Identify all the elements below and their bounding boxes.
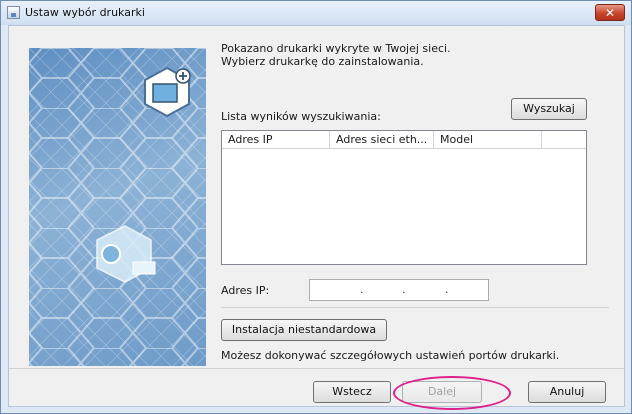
ip-separator-2: . [402,283,406,296]
dialog-body: Pokazano drukarki wykryte w Twojej sieci… [8,25,625,410]
title-bar[interactable]: Ustaw wybór drukarki ✕ [1,1,631,25]
back-button[interactable]: Wstecz [313,381,391,403]
column-header-ethernet-address[interactable]: Adres sieci eth... [330,131,434,148]
footer-divider [9,368,624,369]
section-divider [221,307,609,308]
search-button[interactable]: Wyszukaj [511,98,587,120]
results-list-header: Adres IP Adres sieci eth... Model [222,131,586,149]
cancel-button[interactable]: Anuluj [528,381,606,403]
ip-address-input[interactable]: . . . [309,279,489,301]
custom-install-description: Możesz dokonywać szczegółowych ustawień … [221,349,560,362]
results-label: Lista wyników wyszukiwania: [221,110,381,123]
column-header-ip[interactable]: Adres IP [222,131,330,148]
ip-separator-1: . [360,283,364,296]
close-button[interactable]: ✕ [595,4,625,21]
intro-line-1: Pokazano drukarki wykryte w Twojej sieci… [221,42,451,55]
printer-selection-dialog: Ustaw wybór drukarki ✕ Pokazano drukarki… [0,0,632,414]
highlight-ring [393,376,511,410]
custom-install-button[interactable]: Instalacja niestandardowa [221,319,387,341]
ip-separator-3: . [445,283,449,296]
network-banner-image [29,48,206,366]
column-header-model[interactable]: Model [434,131,542,148]
window-title: Ustaw wybór drukarki [25,6,145,19]
intro-line-2: Wybierz drukarkę do zainstalowania. [221,55,424,68]
ip-address-label: Adres IP: [221,284,270,297]
results-list[interactable]: Adres IP Adres sieci eth... Model [221,130,587,265]
printer-app-icon [7,6,20,19]
